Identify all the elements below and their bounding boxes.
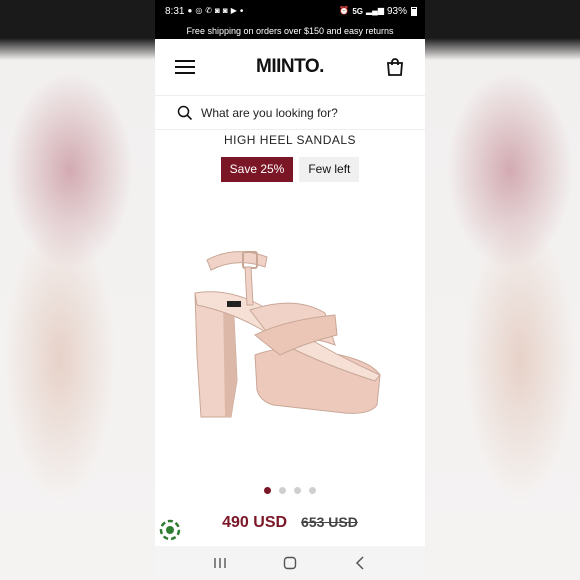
phone-icon: ✆ [205,6,212,15]
phone-screen: 8:31 ● ◎ ✆ ◙ ◙ ▶ • ⏰ 5G ▂▄▆ 93% Free shi… [155,0,425,580]
promo-bar: Free shipping on orders over $150 and ea… [155,22,425,39]
status-left: 8:31 ● ◎ ✆ ◙ ◙ ▶ • [165,6,243,17]
carousel-dot[interactable] [309,487,316,494]
original-price: 653 USD [301,514,358,530]
status-right: ⏰ 5G ▂▄▆ 93% [339,6,417,17]
carousel-dot[interactable] [279,487,286,494]
youtube-icon: ▶ [230,6,237,15]
search-bar[interactable] [155,96,425,130]
messenger-icon: ◎ [195,6,203,15]
battery-icon [411,6,417,16]
product-image[interactable] [185,235,395,435]
signal-icon: ▂▄▆ [366,6,384,15]
product-title: HIGH HEEL SANDALS [223,133,357,147]
alarm-icon: ⏰ [339,6,350,15]
status-bar: 8:31 ● ◎ ✆ ◙ ◙ ▶ • ⏰ 5G ▂▄▆ 93% [155,0,425,22]
chat-icon: ● [187,6,193,15]
site-logo[interactable]: MIINTO. [256,56,324,78]
promo-text: Free shipping on orders over $150 and ea… [186,25,394,36]
hamburger-menu-icon[interactable] [175,60,195,74]
home-icon[interactable] [281,554,299,572]
image-carousel-dots [155,487,425,494]
price-row: 490 USD 653 USD [155,514,425,532]
search-input[interactable] [201,105,401,120]
recent-apps-icon[interactable] [211,554,229,572]
android-nav-bar [155,546,425,580]
carousel-dot[interactable] [294,487,301,494]
back-icon[interactable] [351,554,369,572]
search-icon [177,105,193,120]
battery-percent: 93% [386,5,407,17]
current-price: 490 USD [222,514,288,531]
site-header: MIINTO. [155,39,425,96]
discount-badge: Save 25% [220,157,294,182]
status-time: 8:31 [165,5,185,17]
network-label: 5G [352,6,363,16]
instagram-icon: ◙ [222,6,228,15]
product-badges: Save 25% Few left [155,157,425,182]
carousel-dot[interactable] [264,487,271,494]
instagram-icon: ◙ [215,6,220,15]
stock-badge: Few left [299,157,360,182]
notification-dot: • [239,5,244,17]
shopping-bag-icon[interactable] [385,57,405,77]
